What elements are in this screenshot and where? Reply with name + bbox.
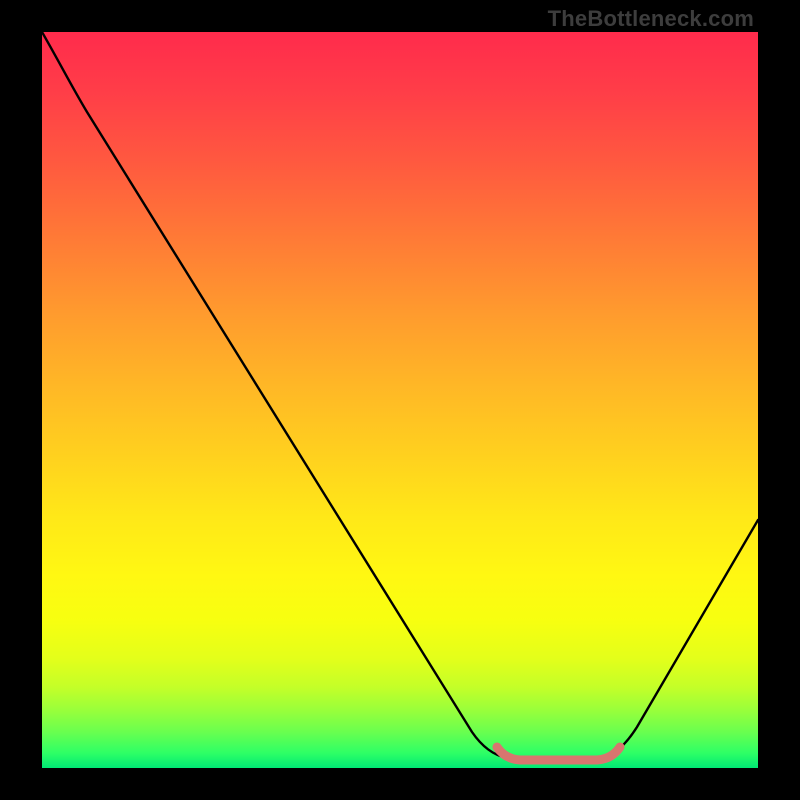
plot-area (42, 32, 758, 768)
bottleneck-curve (42, 32, 758, 758)
bottleneck-highlight (497, 747, 620, 760)
chart-frame: TheBottleneck.com (0, 0, 800, 800)
curve-svg (42, 32, 758, 768)
watermark-text: TheBottleneck.com (548, 6, 754, 32)
